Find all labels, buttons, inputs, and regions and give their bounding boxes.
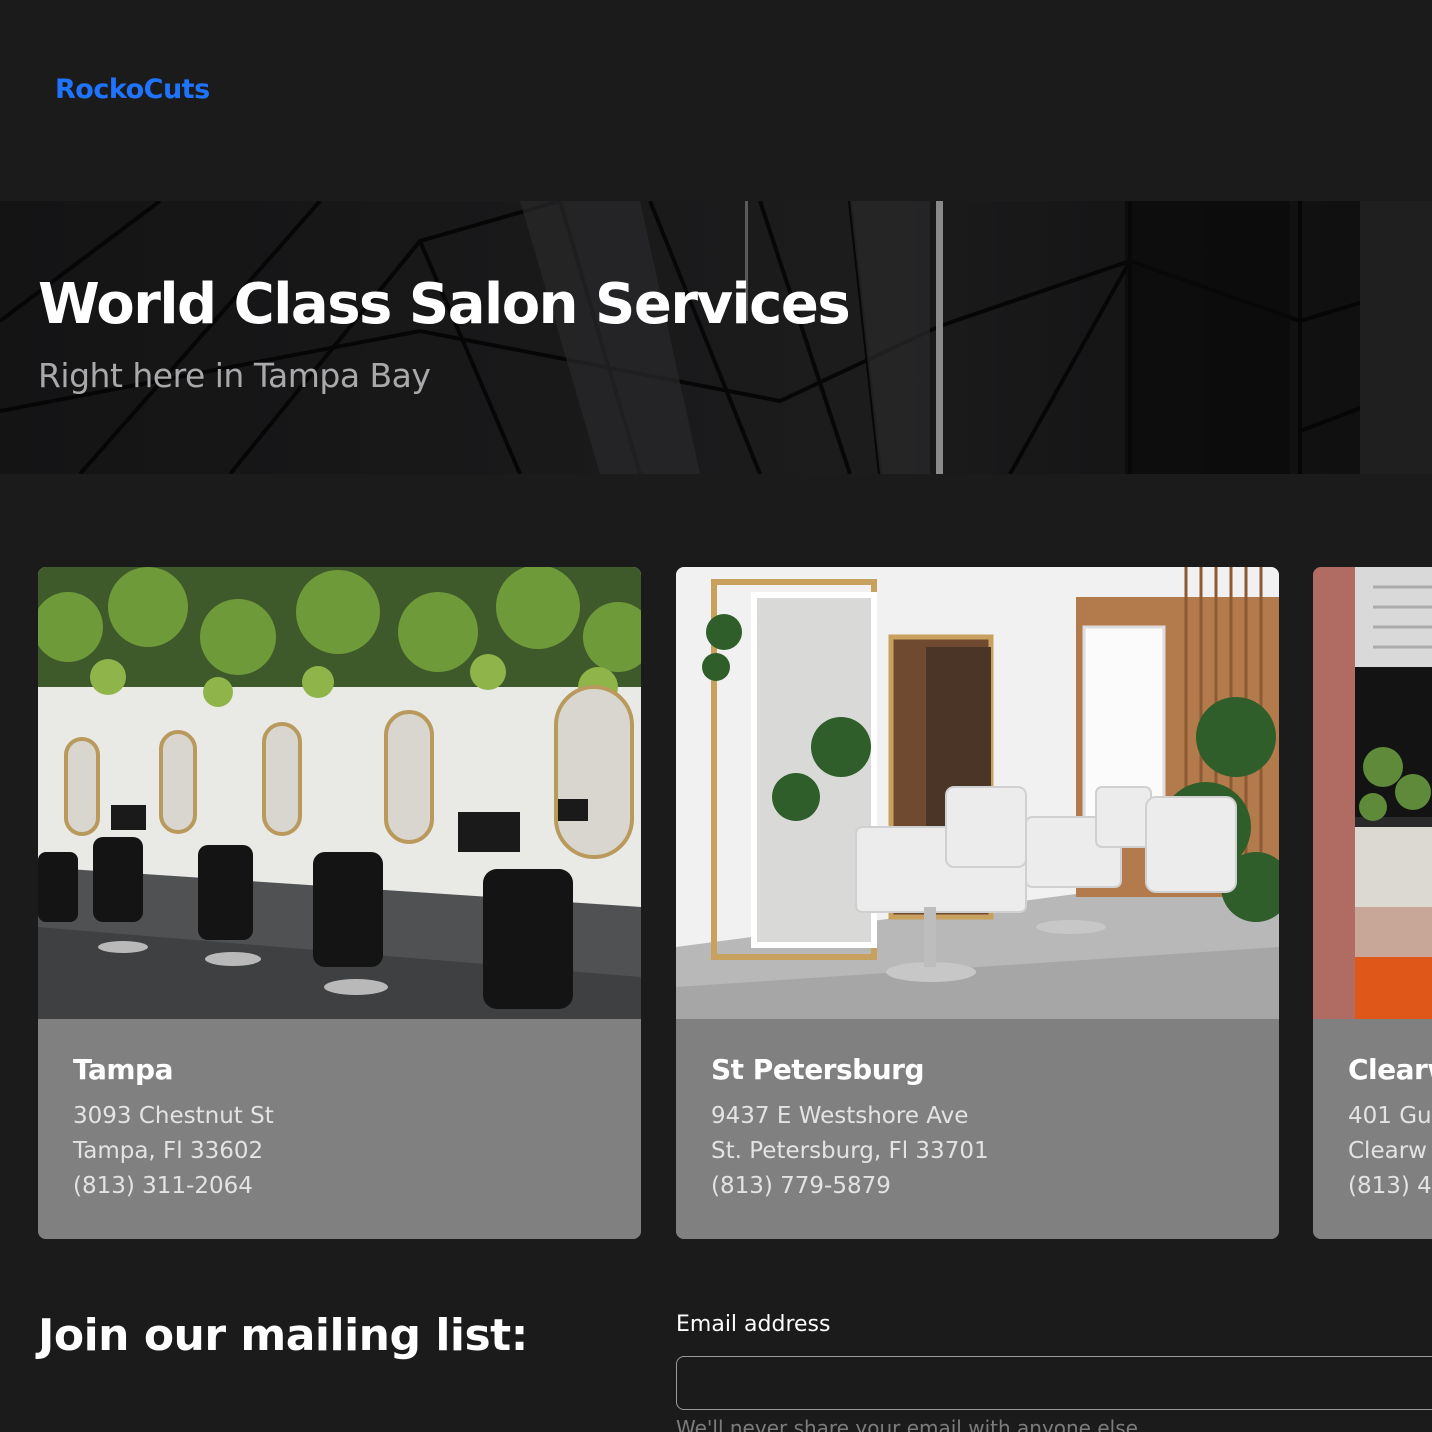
salon-interior-white-chairs-image — [676, 567, 1279, 1019]
page: RockoCuts World Class Salon Services Rig… — [0, 0, 1432, 1432]
location-card-body: St Petersburg 9437 E Westshore Ave St. P… — [676, 1019, 1279, 1239]
location-name: Clearw — [1348, 1053, 1432, 1086]
location-card-body: Clearw 401 Gul Clearw (813) 43 — [1313, 1019, 1432, 1239]
hero-subtitle: Right here in Tampa Bay — [38, 356, 431, 395]
location-phone: (813) 779-5879 — [711, 1173, 891, 1199]
location-address-line2: St. Petersburg, Fl 33701 — [711, 1138, 989, 1164]
location-phone: (813) 43 — [1348, 1173, 1432, 1199]
location-address-line1: 401 Gul — [1348, 1103, 1432, 1129]
mailing-list-heading: Join our mailing list: — [38, 1310, 528, 1361]
email-input[interactable] — [676, 1356, 1432, 1410]
location-name: St Petersburg — [711, 1053, 925, 1086]
hero-background-image — [0, 201, 1432, 474]
location-card-clearwater[interactable]: Clearw 401 Gul Clearw (813) 43 — [1313, 567, 1432, 1239]
location-card-tampa[interactable]: Tampa 3093 Chestnut St Tampa, Fl 33602 (… — [38, 567, 641, 1239]
location-phone: (813) 311-2064 — [73, 1173, 253, 1199]
location-address-line2: Tampa, Fl 33602 — [73, 1138, 264, 1164]
navbar: RockoCuts — [0, 0, 1432, 201]
location-card-body: Tampa 3093 Chestnut St Tampa, Fl 33602 (… — [38, 1019, 641, 1239]
location-address-line1: 3093 Chestnut St — [73, 1103, 274, 1129]
email-help-text: We'll never share your email with anyone… — [676, 1416, 1145, 1432]
salon-interior-green-ceiling-image — [38, 567, 641, 1019]
hero-title: World Class Salon Services — [38, 272, 851, 337]
location-address-line1: 9437 E Westshore Ave — [711, 1103, 969, 1129]
hero-banner: World Class Salon Services Right here in… — [0, 201, 1432, 474]
salon-interior-pink-wall-image — [1313, 567, 1432, 1019]
brand-logo-link[interactable]: RockoCuts — [55, 74, 210, 105]
location-name: Tampa — [73, 1053, 174, 1086]
location-address-line2: Clearw — [1348, 1138, 1427, 1164]
location-card-st-petersburg[interactable]: St Petersburg 9437 E Westshore Ave St. P… — [676, 567, 1279, 1239]
email-label: Email address — [676, 1312, 831, 1337]
